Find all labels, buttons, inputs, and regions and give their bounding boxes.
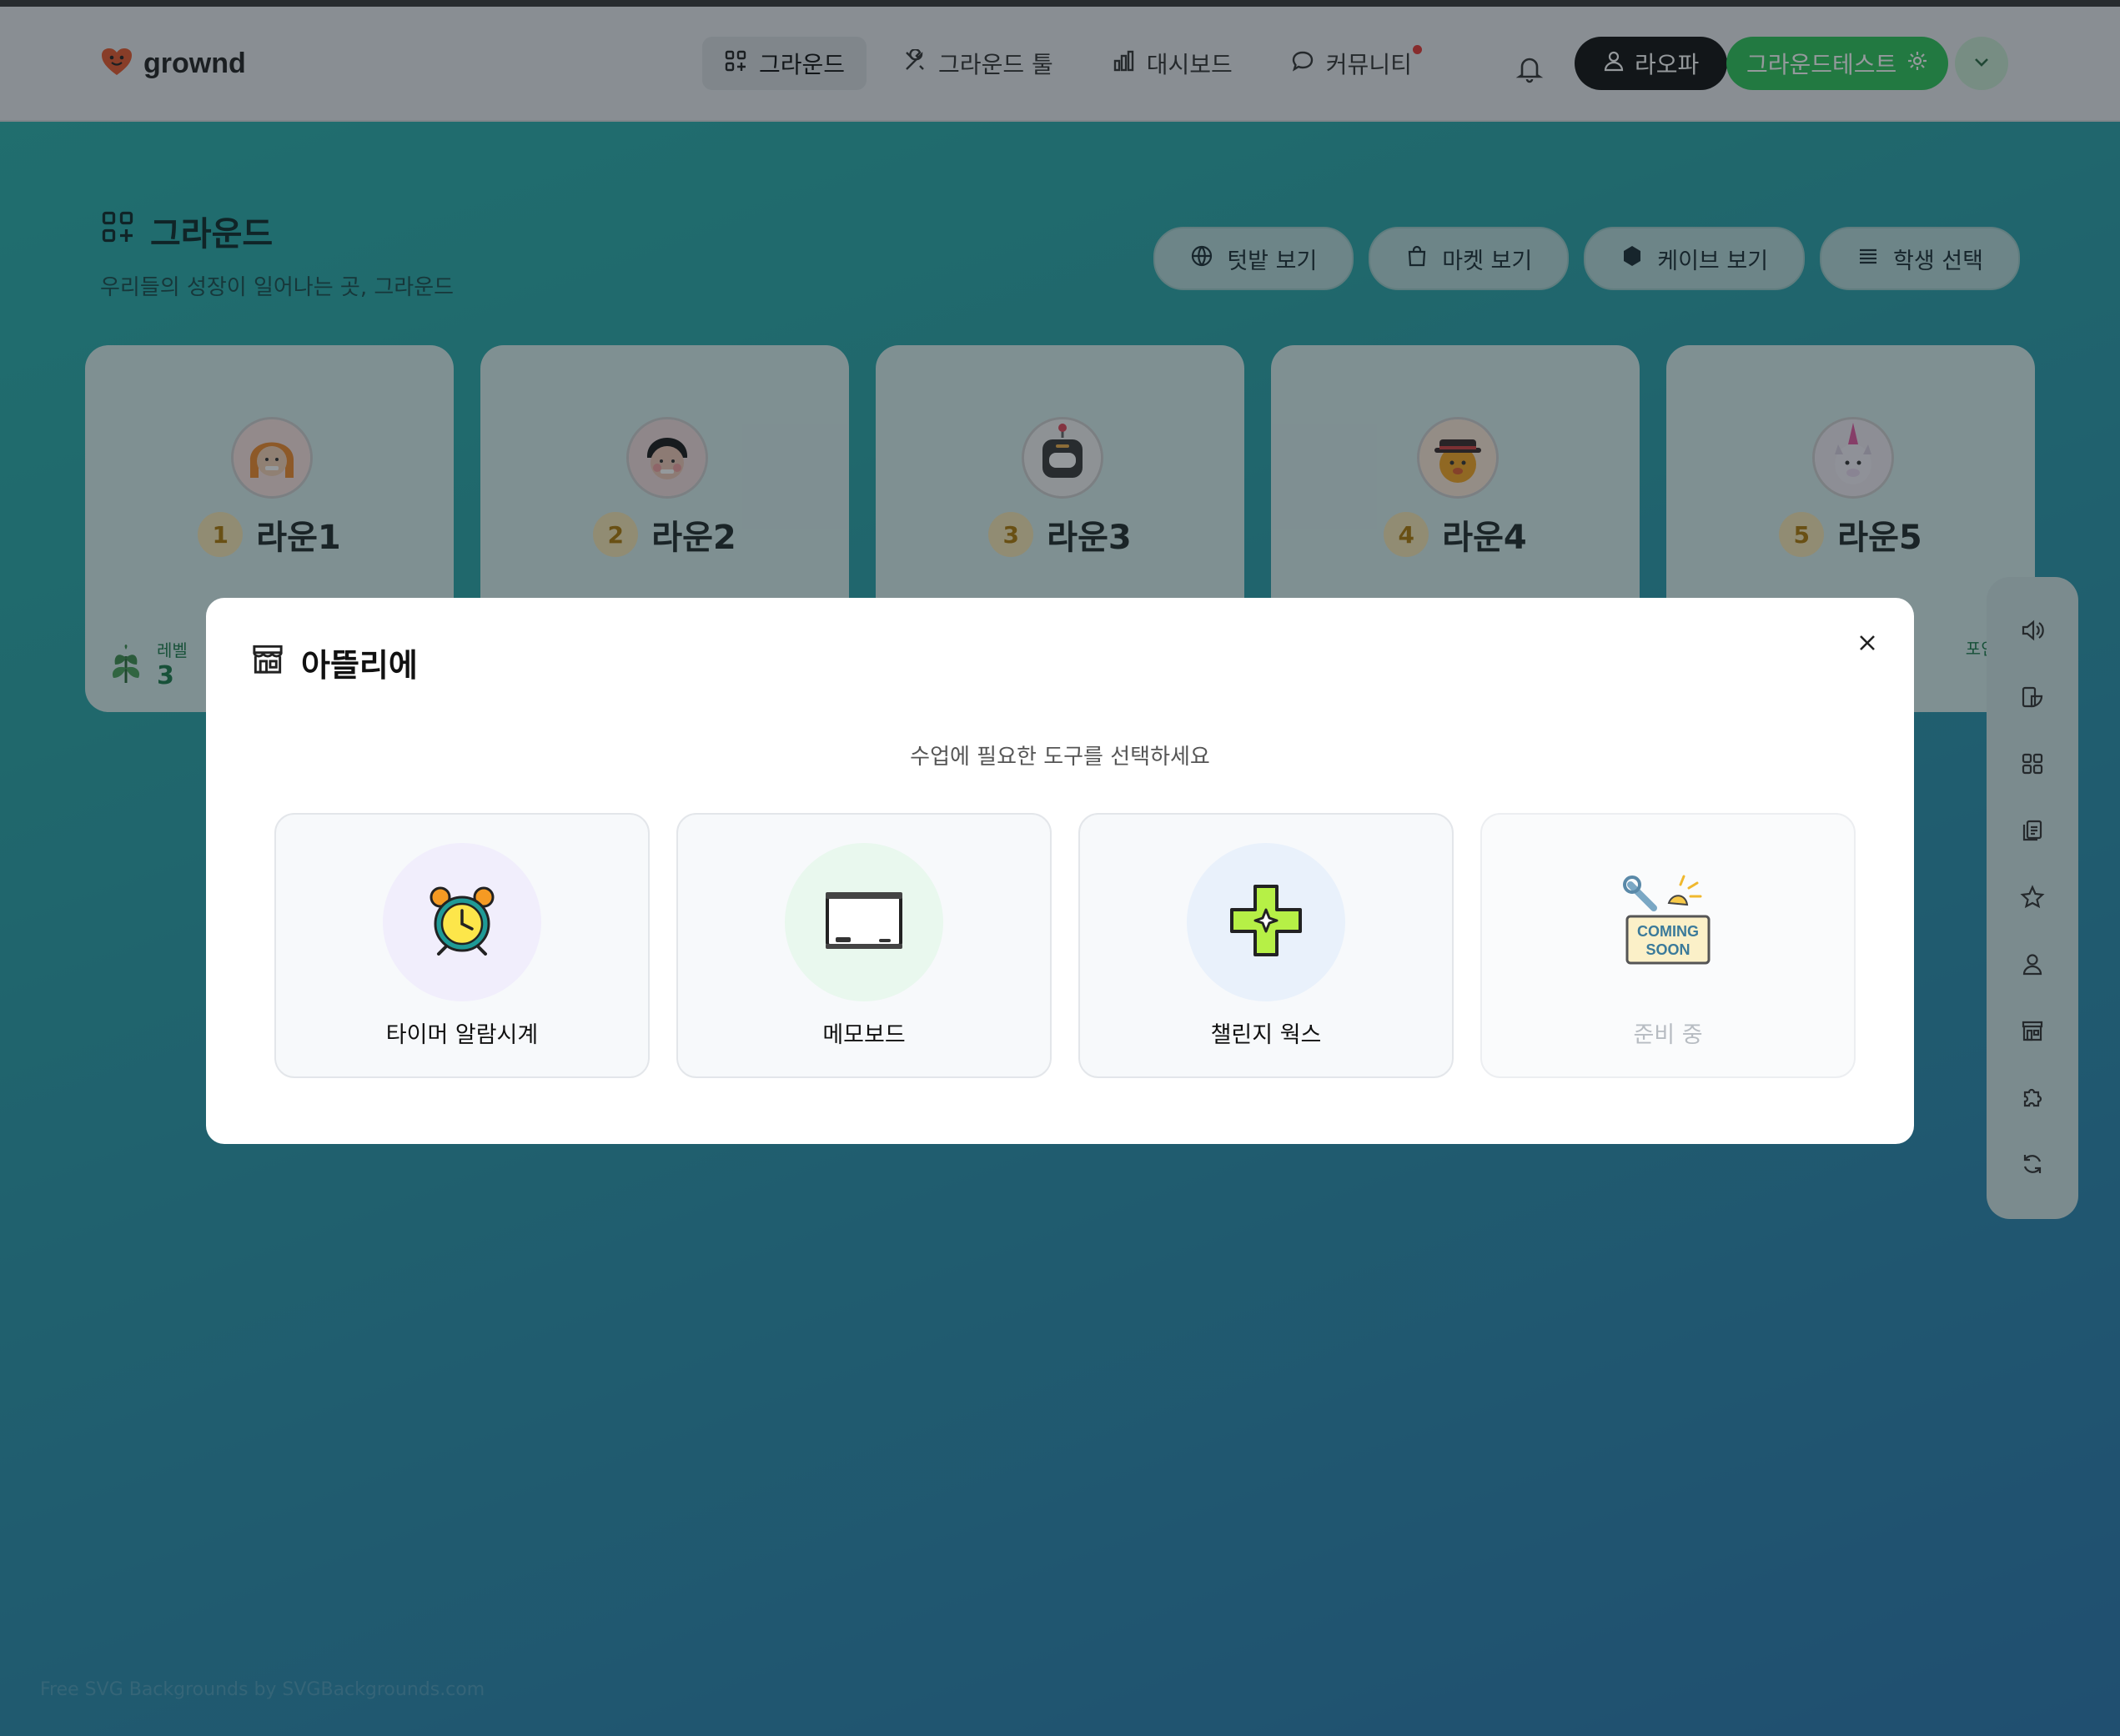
tool-label: 준비 중 (1633, 1022, 1703, 1048)
modal-title-text: 아뜰리에 (301, 647, 418, 684)
tool-icon-circle: COMING SOON (1589, 843, 1747, 1001)
coming-soon-icon: COMING SOON (1622, 875, 1714, 970)
close-button[interactable] (1844, 621, 1891, 668)
whiteboard-icon (824, 891, 904, 954)
tool-icon-circle (383, 843, 541, 1001)
modal-subtitle: 수업에 필요한 도구를 선택하세요 (910, 745, 1210, 770)
modal-title: 아뜰리에 (249, 640, 418, 685)
close-icon (1856, 632, 1878, 657)
tool-card-challenge-works[interactable]: 챌린지 웍스 (1078, 813, 1454, 1078)
tool-card-timer[interactable]: 타이머 알람시계 (274, 813, 650, 1078)
tool-label: 챌린지 웍스 (1210, 1022, 1322, 1048)
tool-label: 메모보드 (822, 1022, 906, 1048)
store-icon (249, 640, 286, 685)
tool-label: 타이머 알람시계 (385, 1022, 539, 1048)
tool-grid: 타이머 알람시계 메모보드 챌린지 웍스 COMING SOON 준비 중 (274, 813, 1856, 1078)
tool-card-coming-soon: COMING SOON 준비 중 (1480, 813, 1856, 1078)
atelier-modal: 아뜰리에 수업에 필요한 도구를 선택하세요 타이머 알람시계 메모보드 챌린지… (206, 598, 1914, 1144)
tool-icon-circle (1187, 843, 1345, 1001)
coming-soon-line2: SOON (1645, 941, 1690, 958)
tool-card-memoboard[interactable]: 메모보드 (676, 813, 1052, 1078)
alarm-clock-icon (429, 886, 495, 959)
puzzle-plus-icon (1228, 883, 1304, 961)
coming-soon-line1: COMING (1637, 923, 1699, 940)
tool-icon-circle (785, 843, 943, 1001)
